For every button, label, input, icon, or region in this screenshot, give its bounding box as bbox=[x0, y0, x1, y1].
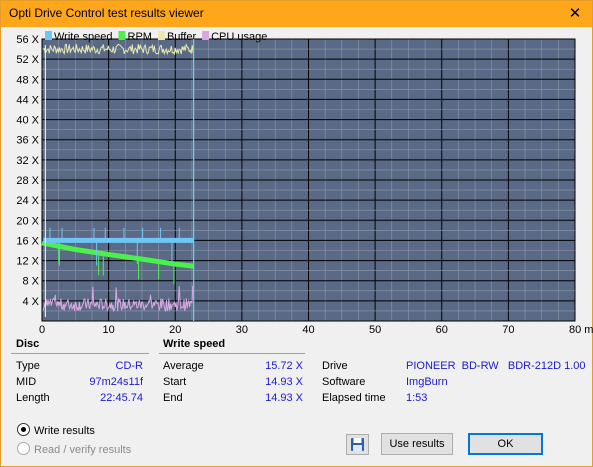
legend-label: CPU usage bbox=[211, 31, 267, 43]
elapsed-time-label: Elapsed time bbox=[322, 392, 386, 404]
disc-length-value: 22:45.74 bbox=[100, 392, 143, 404]
elapsed-time-value: 1:53 bbox=[406, 392, 428, 404]
radio-unselected-icon bbox=[17, 442, 30, 455]
software-label: Software bbox=[322, 376, 366, 388]
x-tick-label: 0 bbox=[39, 324, 45, 334]
write-speed-divider bbox=[159, 353, 305, 354]
write-results-label: Write results bbox=[34, 425, 95, 437]
legend-swatch bbox=[157, 31, 165, 40]
end-value: 14.93 X bbox=[265, 392, 303, 404]
close-icon[interactable]: ✕ bbox=[566, 4, 584, 22]
y-tick-label: 16 X bbox=[16, 235, 39, 247]
x-tick-label: 60 bbox=[436, 324, 448, 334]
ok-button[interactable]: OK bbox=[468, 433, 543, 455]
window-title: Opti Drive Control test results viewer bbox=[9, 6, 204, 20]
disc-mid-value: 97m24s11f bbox=[89, 376, 143, 388]
y-tick-label: 48 X bbox=[16, 74, 39, 86]
read-verify-results-radio[interactable]: Read / verify results bbox=[17, 442, 131, 456]
end-label: End bbox=[163, 392, 183, 404]
x-tick-label: 70 bbox=[502, 324, 514, 334]
disc-type-label: Type bbox=[16, 360, 40, 372]
save-button[interactable] bbox=[346, 434, 369, 455]
title-bar: Opti Drive Control test results viewer ✕ bbox=[1, 1, 592, 27]
x-tick-label: 80 min bbox=[569, 324, 593, 334]
y-tick-label: 56 X bbox=[16, 34, 39, 46]
disc-length-label: Length bbox=[16, 392, 50, 404]
chart-area: 4 X 8 X 12 X 16 X 20 X 24 X 28 X 32 X 36 X 40 X 44… bbox=[1, 29, 593, 336]
y-tick-label: 36 X bbox=[16, 135, 39, 147]
y-tick-label: 8 X bbox=[22, 276, 39, 288]
y-tick-label: 4 X bbox=[22, 296, 39, 308]
write-speed-header: Write speed bbox=[163, 338, 226, 350]
disc-type-value: CD-R bbox=[115, 360, 144, 372]
disc-divider bbox=[11, 353, 149, 354]
x-tick-label: 30 bbox=[236, 324, 248, 334]
legend-swatch bbox=[45, 31, 52, 40]
start-value: 14.93 X bbox=[265, 376, 303, 388]
legend-label: Buffer bbox=[167, 31, 196, 43]
legend-swatch bbox=[202, 31, 210, 40]
x-tick-label: 20 bbox=[169, 324, 181, 334]
average-label: Average bbox=[163, 360, 204, 372]
floppy-disk-icon bbox=[351, 438, 364, 451]
average-value: 15.72 X bbox=[265, 360, 303, 372]
radio-selected-icon bbox=[17, 423, 30, 436]
start-label: Start bbox=[163, 376, 187, 388]
software-value: ImgBurn bbox=[406, 376, 448, 388]
write-results-radio[interactable]: Write results bbox=[17, 423, 95, 437]
y-tick-label: 40 X bbox=[16, 115, 39, 127]
y-tick-label: 28 X bbox=[16, 175, 39, 187]
drive-value: PIONEER BD-RW BDR-212D 1.00 bbox=[406, 360, 586, 372]
x-tick-label: 50 bbox=[369, 324, 381, 334]
x-tick-label: 40 bbox=[302, 324, 314, 334]
x-tick-label: 10 bbox=[103, 324, 115, 334]
disc-header: Disc bbox=[16, 338, 40, 350]
legend-label: Write speed bbox=[54, 31, 113, 43]
y-tick-label: 44 X bbox=[16, 94, 39, 106]
drive-label: Drive bbox=[322, 360, 348, 372]
y-tick-label: 24 X bbox=[16, 195, 39, 207]
speed-chart: 4 X 8 X 12 X 16 X 20 X 24 X 28 X 32 X 36 X 40 X 44… bbox=[16, 31, 593, 336]
use-results-button[interactable]: Use results bbox=[381, 433, 453, 455]
read-verify-results-label: Read / verify results bbox=[34, 444, 132, 456]
y-tick-label: 20 X bbox=[16, 215, 39, 227]
legend-swatch bbox=[118, 31, 126, 40]
results-viewer-window: Opti Drive Control test results viewer ✕… bbox=[0, 0, 593, 467]
y-tick-label: 12 X bbox=[16, 256, 39, 268]
disc-mid-label: MID bbox=[16, 376, 37, 388]
legend-label: RPM bbox=[128, 31, 152, 43]
y-tick-label: 32 X bbox=[16, 155, 39, 167]
y-tick-label: 52 X bbox=[16, 54, 39, 66]
